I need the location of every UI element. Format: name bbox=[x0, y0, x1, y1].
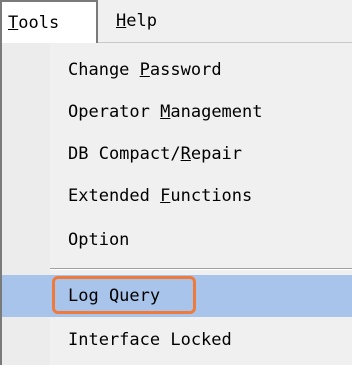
menu-item-change-password[interactable]: Change Password bbox=[2, 49, 352, 91]
menu-item-option[interactable]: Option bbox=[2, 219, 352, 261]
menu-item-log-query[interactable]: Log Query bbox=[2, 275, 352, 317]
menu-item-extended-functions[interactable]: Extended Functions bbox=[2, 175, 352, 217]
menu-bar: Tools Help bbox=[0, 0, 352, 43]
menu-item-label: Option bbox=[68, 230, 130, 250]
menu-item-label: DB Compact/Repair bbox=[68, 144, 243, 164]
menu-item-interface-locked[interactable]: Interface Locked bbox=[2, 319, 352, 361]
tools-dropdown-menu: Change Password Operator Management DB C… bbox=[0, 43, 352, 365]
menu-help-label: Help bbox=[116, 11, 157, 31]
menu-item-label: Extended Functions bbox=[68, 186, 253, 206]
menu-tools-label: Tools bbox=[8, 13, 60, 33]
menu-tools[interactable]: Tools bbox=[0, 0, 98, 43]
menu-item-db-compact-repair[interactable]: DB Compact/Repair bbox=[2, 133, 352, 175]
menu-item-label: Change Password bbox=[68, 60, 222, 80]
menu-help[interactable]: Help bbox=[110, 0, 200, 43]
menu-item-operator-management[interactable]: Operator Management bbox=[2, 91, 352, 133]
menu-separator bbox=[50, 268, 352, 270]
menu-item-label: Log Query bbox=[68, 286, 161, 306]
menu-item-label: Operator Management bbox=[68, 102, 263, 122]
menu-item-label: Interface Locked bbox=[68, 330, 232, 350]
